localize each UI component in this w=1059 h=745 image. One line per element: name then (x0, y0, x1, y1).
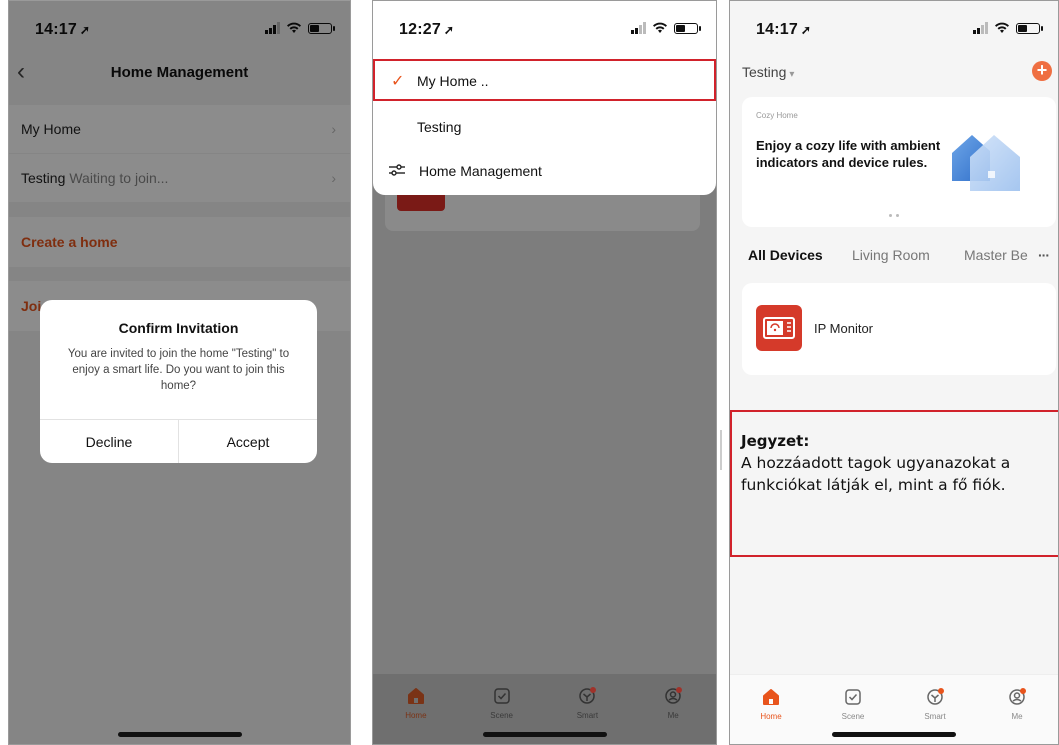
status-bar: 14:17 ➚ (730, 1, 1058, 49)
device-thumbnail (397, 195, 445, 211)
tab-master-bedroom[interactable]: Master Be (964, 247, 1028, 263)
home-indicator (482, 732, 607, 737)
room-tabs: All Devices Living Room Master Be ··· (748, 247, 1058, 269)
profile-icon (1007, 687, 1027, 707)
device-name: IP Monitor (814, 321, 874, 336)
tab-me[interactable]: Me (630, 674, 716, 744)
sliders-icon (389, 163, 405, 180)
promo-banner[interactable]: Cozy Home Enjoy a cozy life with ambient… (742, 97, 1056, 227)
location-arrow-icon: ➚ (800, 23, 812, 37)
note-box: Jegyzet: A hozzáadott tagok ugyanazokat … (730, 410, 1058, 557)
decline-button[interactable]: Decline (40, 420, 179, 463)
wifi-icon (994, 22, 1010, 34)
tab-label: Scene (490, 711, 513, 720)
smart-icon (577, 686, 597, 706)
menu-item-label: Testing (417, 119, 462, 135)
home-indicator (117, 732, 242, 737)
banner-title: Enjoy a cozy life with ambient indicator… (756, 138, 941, 170)
menu-item-home-management[interactable]: Home Management (373, 151, 716, 191)
confirm-invitation-dialog: Confirm Invitation You are invited to jo… (40, 300, 317, 463)
phone-screen-1: 14:17 ➚ ‹ Home Management My Home › Testi… (8, 0, 351, 745)
tab-home[interactable]: Home (373, 674, 459, 744)
house-illustration-icon (950, 127, 1026, 198)
signal-icon (631, 22, 646, 34)
status-time: 14:17 ➚ (756, 21, 812, 38)
divider (720, 430, 722, 470)
menu-item-label: Home Management (419, 163, 542, 179)
carousel-dots (889, 214, 899, 217)
wifi-icon (652, 22, 668, 34)
note-body: A hozzáadott tagok ugyanazokat a funkció… (741, 454, 1011, 494)
tab-label: Home (405, 711, 427, 720)
scene-icon (492, 686, 512, 706)
signal-icon (973, 22, 988, 34)
smart-icon (925, 687, 945, 707)
home-switcher[interactable]: Testing ▾ (742, 64, 794, 80)
tab-label: Smart (576, 711, 599, 720)
ip-monitor-icon (756, 305, 802, 351)
tab-label: Me (1011, 712, 1023, 721)
tab-label: Me (667, 711, 679, 720)
tab-label: Scene (841, 712, 865, 721)
home-icon (406, 686, 426, 706)
more-icon[interactable]: ··· (1038, 247, 1050, 263)
tab-living-room[interactable]: Living Room (852, 247, 930, 263)
dialog-title: Confirm Invitation (118, 320, 239, 336)
menu-item-testing[interactable]: Testing (373, 107, 716, 147)
phone-screen-2: 12:27 ➚ ✓ My Home .. Testing Home Managem… (372, 0, 717, 745)
home-header: Testing ▾ + (742, 59, 1058, 89)
status-bar: 12:27 ➚ (373, 1, 716, 49)
profile-icon (663, 686, 683, 706)
dialog-message: You are invited to join the home "Testin… (67, 348, 290, 392)
tab-all-devices[interactable]: All Devices (748, 247, 823, 263)
home-indicator (832, 732, 956, 737)
tab-label: Smart (924, 712, 946, 721)
add-plus-button[interactable]: + (1032, 61, 1052, 81)
scene-icon (843, 687, 863, 707)
home-switcher-menu: ✓ My Home .. Testing Home Management (373, 49, 716, 195)
note-title: Jegyzet: (741, 432, 810, 450)
banner-subtitle: Cozy Home (756, 111, 798, 120)
device-card[interactable]: IP Monitor (742, 283, 1056, 375)
battery-icon (674, 22, 701, 34)
caret-down-icon: ▾ (789, 69, 795, 80)
phone-screen-3: 14:17 ➚ Testing ▾ + Cozy Home Enjoy a cozy… (729, 0, 1059, 745)
accept-button[interactable]: Accept (179, 420, 317, 463)
battery-icon (1016, 22, 1043, 34)
tab-me[interactable]: Me (976, 675, 1058, 744)
status-time: 12:27 ➚ (399, 21, 455, 38)
tab-home[interactable]: Home (730, 675, 812, 744)
tab-label: Home (760, 712, 782, 721)
home-name: Testing (742, 64, 787, 80)
selection-highlight (373, 59, 716, 101)
location-arrow-icon: ➚ (443, 23, 455, 37)
home-icon (761, 687, 781, 707)
